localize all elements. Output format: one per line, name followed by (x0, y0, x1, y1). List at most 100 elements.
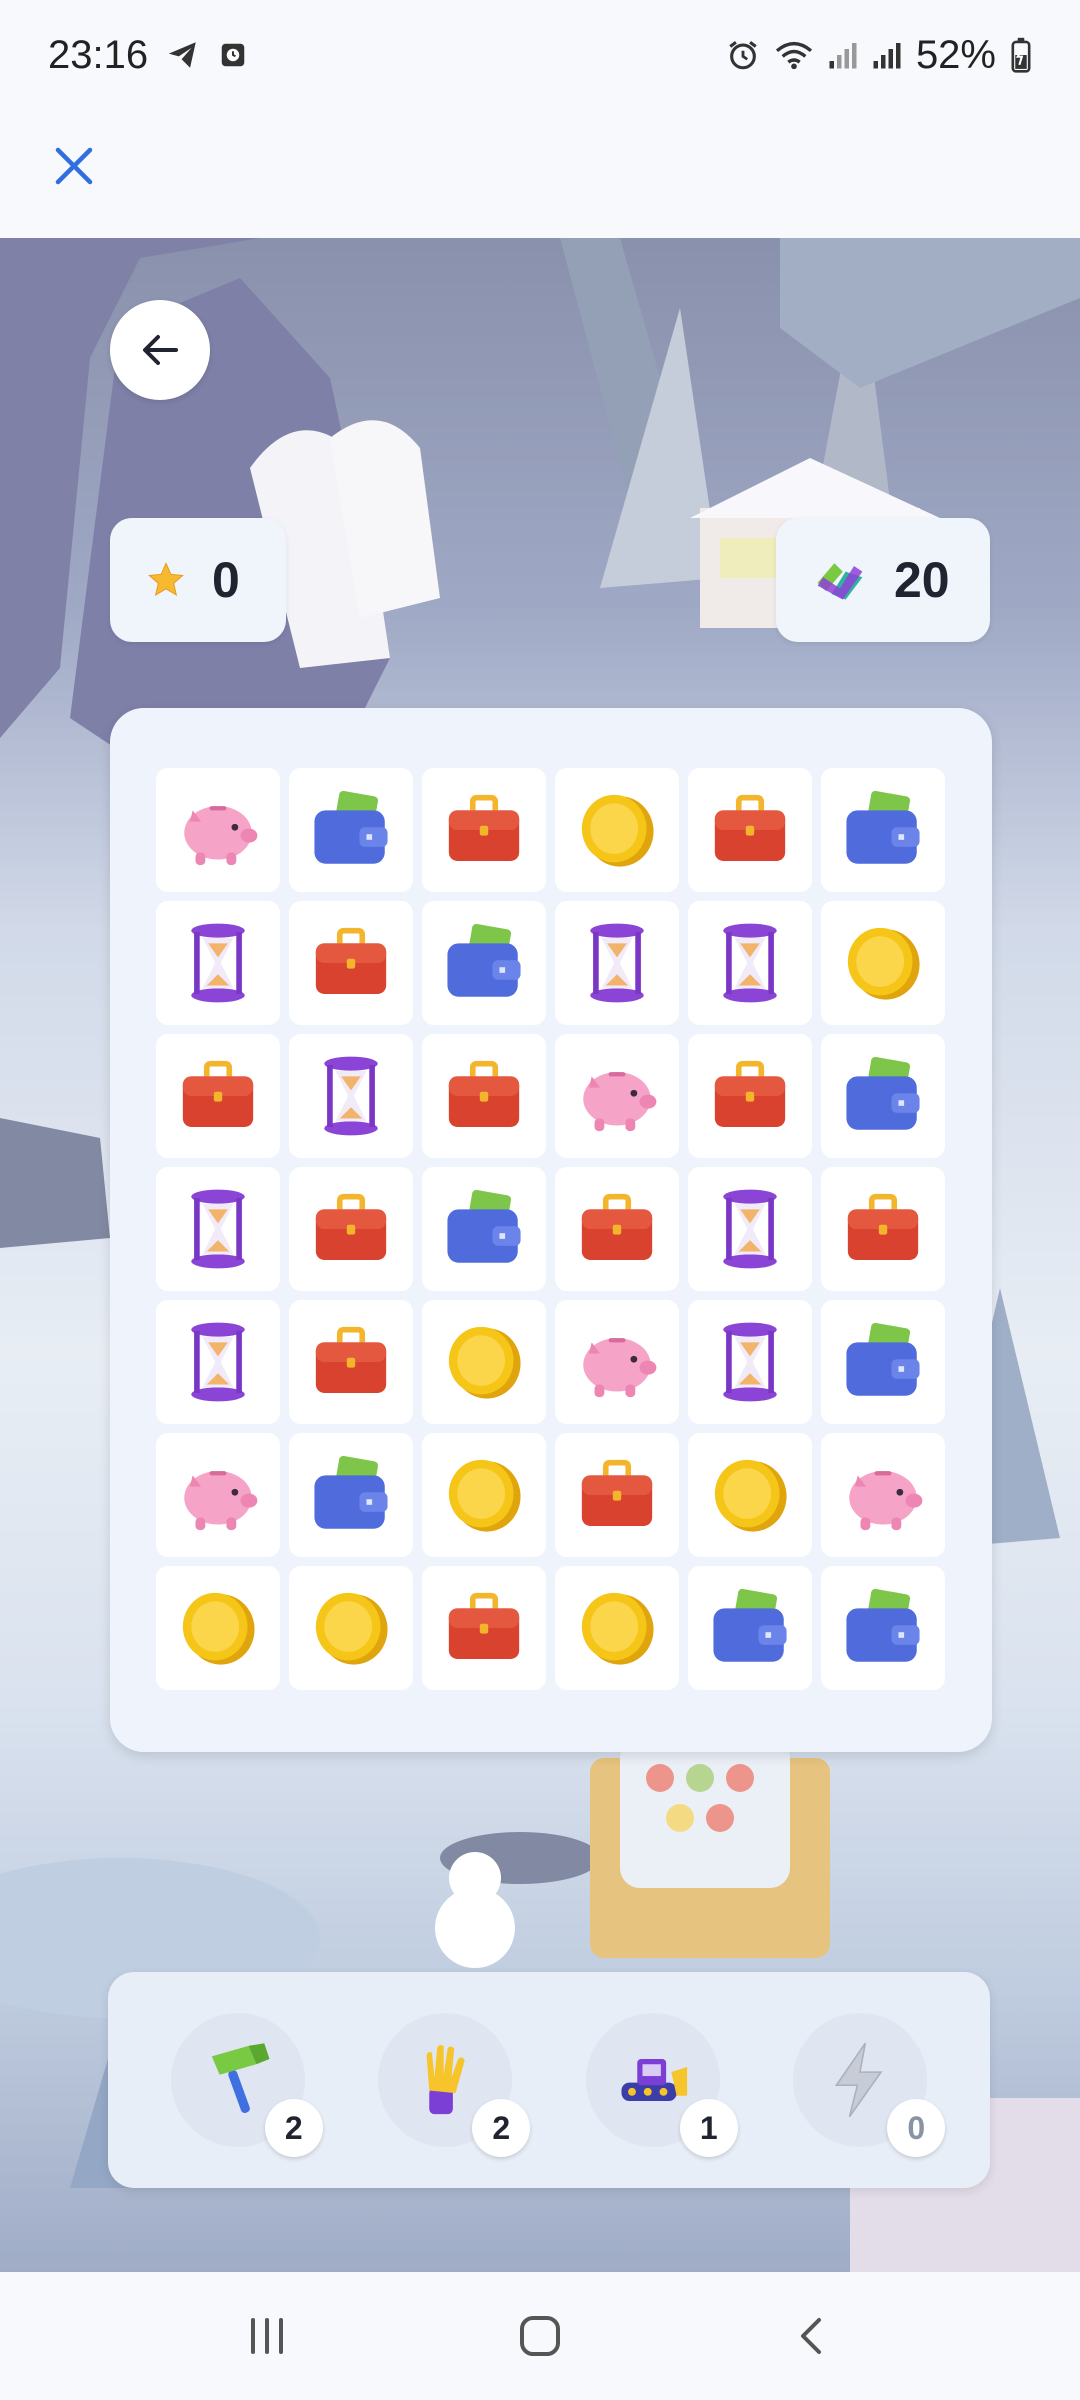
tile-hourglass[interactable] (156, 1167, 280, 1291)
tile-piggy[interactable] (156, 1433, 280, 1557)
recent-apps-icon (250, 2318, 283, 2354)
tile-coin[interactable] (422, 1433, 546, 1557)
battery-charging-icon (1010, 37, 1032, 73)
coin-icon (847, 927, 920, 1000)
tile-briefcase[interactable] (289, 901, 413, 1025)
tile-coin[interactable] (422, 1300, 546, 1424)
tile-wallet[interactable] (688, 1566, 812, 1690)
hammer-booster-button[interactable]: 2 (170, 2013, 323, 2157)
bulldozer-booster-count: 1 (679, 2099, 738, 2157)
briefcase-icon (714, 794, 786, 861)
wallet-icon (447, 923, 521, 997)
tile-piggy[interactable] (555, 1300, 679, 1424)
score-value: 0 (212, 552, 240, 608)
arrow-left-icon (143, 335, 178, 365)
tile-coin[interactable] (821, 901, 945, 1025)
briefcase-icon (315, 1326, 387, 1393)
tile-briefcase[interactable] (688, 1034, 812, 1158)
hourglass-icon (723, 1322, 777, 1402)
telegram-icon (166, 38, 200, 72)
coin-icon (581, 794, 654, 867)
tile-briefcase[interactable] (422, 1034, 546, 1158)
recent-apps-button[interactable] (227, 2296, 307, 2376)
wallet-icon (846, 790, 920, 864)
tile-wallet[interactable] (821, 1300, 945, 1424)
tile-briefcase[interactable] (289, 1167, 413, 1291)
signal-icon (872, 40, 902, 70)
coin-icon (448, 1326, 521, 1399)
hourglass-icon (723, 923, 777, 1003)
wallet-icon (713, 1588, 787, 1662)
back-nav-icon (801, 2318, 822, 2354)
tile-hourglass[interactable] (688, 1300, 812, 1424)
hammer-booster-count: 2 (264, 2099, 323, 2157)
tile-coin[interactable] (156, 1566, 280, 1690)
bulldozer-booster-button[interactable]: 1 (585, 2013, 738, 2157)
glove-booster-button[interactable]: 2 (378, 2013, 531, 2157)
lightning-icon (835, 2042, 883, 2118)
tile-piggy[interactable] (555, 1034, 679, 1158)
moves-counter: 20 (776, 518, 990, 642)
tile-hourglass[interactable] (688, 1167, 812, 1291)
tile-briefcase[interactable] (422, 1566, 546, 1690)
close-button[interactable] (52, 144, 96, 188)
tile-wallet[interactable] (422, 1167, 546, 1291)
tile-coin[interactable] (688, 1433, 812, 1557)
briefcase-icon (581, 1193, 653, 1260)
wallet-icon (846, 1322, 920, 1396)
game-area: 0 20 2 2 1 0 (0, 238, 1080, 2272)
briefcase-icon (448, 1592, 520, 1659)
tile-wallet[interactable] (821, 768, 945, 892)
tile-coin[interactable] (289, 1566, 413, 1690)
tile-briefcase[interactable] (289, 1300, 413, 1424)
home-icon (519, 2316, 560, 2356)
alarm-icon (726, 38, 760, 72)
hourglass-icon (191, 923, 245, 1003)
tile-piggy[interactable] (156, 768, 280, 892)
tile-briefcase[interactable] (156, 1034, 280, 1158)
moves-icon (817, 563, 863, 600)
moves-value: 20 (894, 552, 950, 608)
back-nav-button[interactable] (773, 2296, 853, 2376)
piggy-icon (184, 1471, 258, 1531)
tile-coin[interactable] (555, 1566, 679, 1690)
back-button[interactable] (110, 300, 210, 400)
tile-hourglass[interactable] (688, 901, 812, 1025)
tile-wallet[interactable] (422, 901, 546, 1025)
signal-icon (828, 40, 858, 70)
wallet-icon (447, 1189, 521, 1263)
tile-coin[interactable] (555, 768, 679, 892)
piggy-icon (583, 1338, 657, 1398)
tile-briefcase[interactable] (555, 1167, 679, 1291)
tile-hourglass[interactable] (289, 1034, 413, 1158)
tile-briefcase[interactable] (688, 768, 812, 892)
tile-briefcase[interactable] (821, 1167, 945, 1291)
hourglass-icon (191, 1189, 245, 1269)
game-board (110, 708, 992, 1752)
tile-briefcase[interactable] (422, 768, 546, 892)
wallet-icon (314, 1455, 388, 1529)
lightning-booster-button[interactable]: 0 (793, 2013, 946, 2157)
lightning-booster-count: 0 (887, 2099, 946, 2157)
coin-icon (315, 1592, 388, 1665)
piggy-icon (583, 1072, 657, 1132)
top-bar (0, 110, 1080, 238)
hourglass-icon (324, 1056, 378, 1136)
tile-wallet[interactable] (289, 1433, 413, 1557)
tile-wallet[interactable] (821, 1034, 945, 1158)
status-right: 52% (726, 33, 1032, 78)
tile-briefcase[interactable] (555, 1433, 679, 1557)
home-button[interactable] (500, 2296, 580, 2376)
tile-wallet[interactable] (821, 1566, 945, 1690)
briefcase-icon (448, 1060, 520, 1127)
hammer-icon (211, 2043, 270, 2113)
wifi-icon (774, 38, 814, 72)
wallet-icon (314, 790, 388, 864)
tile-wallet[interactable] (289, 768, 413, 892)
tile-hourglass[interactable] (555, 901, 679, 1025)
briefcase-icon (581, 1459, 653, 1526)
tile-hourglass[interactable] (156, 1300, 280, 1424)
tile-hourglass[interactable] (156, 901, 280, 1025)
battery-percent: 52% (915, 32, 996, 77)
tile-piggy[interactable] (821, 1433, 945, 1557)
